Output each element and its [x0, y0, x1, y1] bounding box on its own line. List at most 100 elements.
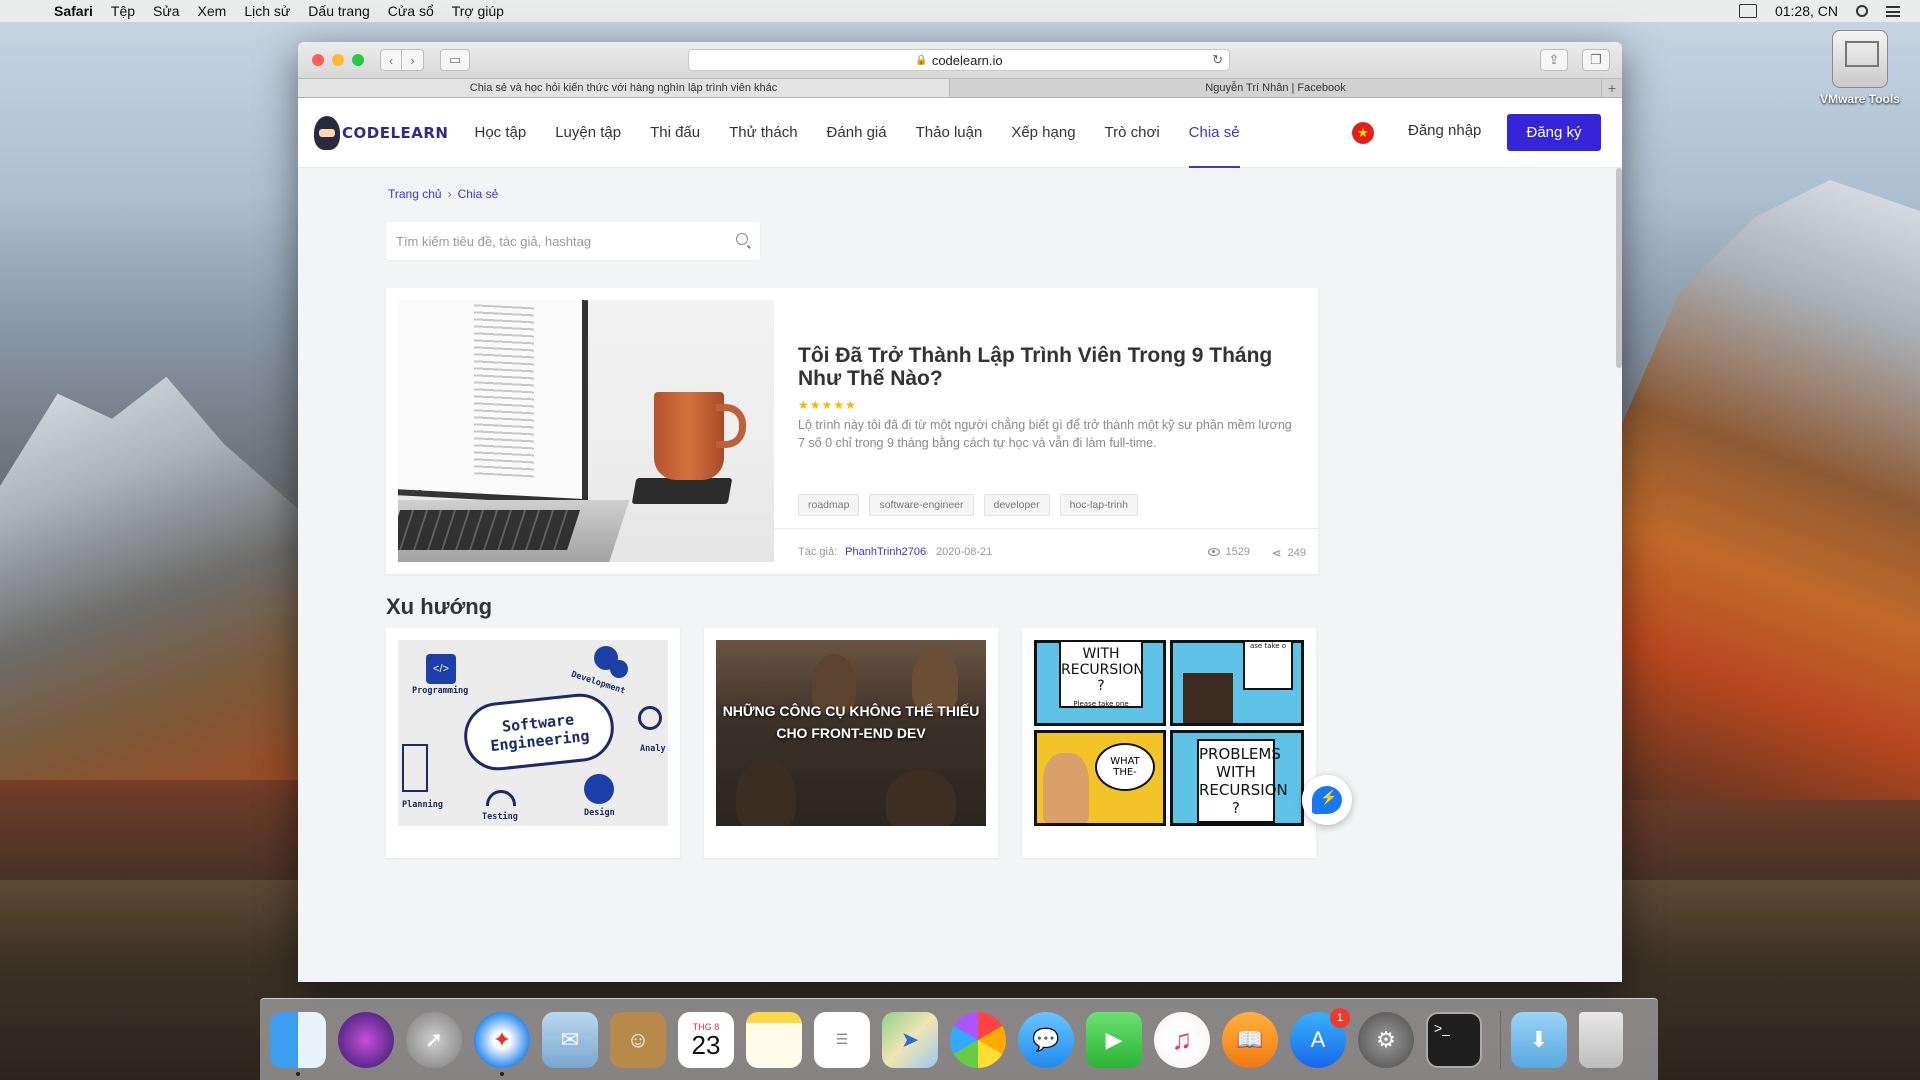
downloads-folder-icon[interactable]: ⬇	[1511, 1011, 1567, 1068]
macos-menubar: Safari Tệp Sửa Xem Lịch sử Dấu trang Cửa…	[0, 0, 1920, 22]
finder-icon[interactable]	[270, 1011, 326, 1076]
notification-center-icon[interactable]	[1886, 5, 1900, 17]
reminders-icon[interactable]: ☰	[814, 1011, 870, 1068]
menubar-app-name[interactable]: Safari	[54, 3, 93, 19]
tab-title: Nguyễn Trí Nhân | Facebook	[1205, 82, 1346, 94]
maps-icon[interactable]: ➤	[882, 1011, 938, 1068]
itunes-icon[interactable]: ♫	[1154, 1011, 1210, 1068]
share-icon[interactable]: ⋖	[1272, 546, 1282, 560]
new-tab-button[interactable]: +	[1602, 79, 1622, 97]
recursion-comic-image[interactable]: WITH RECURSION ? Please take one ase tak…	[1034, 640, 1304, 826]
photos-icon[interactable]	[950, 1011, 1006, 1068]
codelearn-logo[interactable]: CODELEARN	[314, 115, 448, 150]
vietnam-flag-icon[interactable]: ★	[1352, 122, 1374, 144]
nav-item-discussion[interactable]: Thảo luận	[916, 98, 983, 168]
frontend-tools-image[interactable]: NHỮNG CÔNG CỤ KHÔNG THỂ THIẾU CHO FRONT-…	[716, 640, 986, 826]
nav-item-games[interactable]: Trò chơi	[1105, 98, 1160, 168]
nav-item-evaluation[interactable]: Đánh giá	[827, 98, 887, 168]
breadcrumb-current[interactable]: Chia sẻ	[458, 187, 499, 201]
trending-card-recursion-comic[interactable]: WITH RECURSION ? Please take one ase tak…	[1022, 628, 1316, 858]
signup-button[interactable]: Đăng ký	[1507, 114, 1601, 151]
trending-card-frontend-tools[interactable]: NHỮNG CÔNG CỤ KHÔNG THỂ THIẾU CHO FRONT-…	[704, 628, 998, 858]
ibooks-icon[interactable]: 📖	[1222, 1011, 1278, 1068]
nav-item-ranking[interactable]: Xếp hạng	[1011, 98, 1075, 168]
nav-item-share[interactable]: Chia sẻ	[1188, 98, 1240, 168]
vmware-tools-icon	[1832, 30, 1888, 88]
menubar-clock[interactable]: 01:28, CN	[1775, 3, 1838, 19]
address-bar[interactable]: 🔒 codelearn.io ↻	[688, 49, 1230, 71]
site-header: CODELEARN Học tập Luyện tập Thi đấu Thử …	[298, 98, 1622, 168]
page-scrollbar[interactable]	[1616, 168, 1622, 368]
system-preferences-icon[interactable]: ⚙	[1358, 1011, 1414, 1068]
tag-roadmap[interactable]: roadmap	[798, 494, 860, 516]
speedometer-icon	[486, 790, 516, 806]
back-button[interactable]: ‹	[380, 49, 402, 71]
close-window-button[interactable]	[312, 54, 324, 66]
tab-facebook[interactable]: Nguyễn Trí Nhân | Facebook	[950, 79, 1602, 97]
fullscreen-window-button[interactable]	[352, 54, 364, 66]
notes-icon[interactable]	[746, 1011, 802, 1068]
tab-overview-button[interactable]: ❐	[1582, 49, 1610, 71]
vmware-tools-label: VMware Tools	[1820, 92, 1900, 106]
reload-icon[interactable]: ↻	[1212, 52, 1223, 68]
minimize-window-button[interactable]	[332, 54, 344, 66]
nav-item-contest[interactable]: Thi đấu	[650, 98, 700, 168]
eye-icon	[1207, 548, 1220, 556]
coffee-cup-graphic	[654, 392, 724, 480]
tag-developer[interactable]: developer	[983, 494, 1050, 516]
tag-software-engineer[interactable]: software-engineer	[869, 494, 974, 516]
software-engineering-image[interactable]: </> Programming Development Software Eng…	[398, 640, 668, 826]
trash-icon[interactable]	[1579, 1011, 1623, 1068]
forward-button[interactable]: ›	[402, 49, 424, 71]
share-button[interactable]: ⇪	[1540, 49, 1568, 71]
frontend-tools-overlay-text: NHỮNG CÔNG CỤ KHÔNG THỂ THIẾU CHO FRONT-…	[722, 703, 980, 741]
search-input[interactable]: Tìm kiếm tiêu đề, tác giả, hashtag	[386, 222, 760, 260]
menubar-item-file[interactable]: Tệp	[111, 3, 135, 19]
display-mirroring-icon[interactable]	[1738, 4, 1757, 18]
featured-article-card[interactable]: Book Pro Tôi Đã Trở Thành Lập Trình Viên…	[386, 288, 1318, 574]
menubar-item-window[interactable]: Cửa sổ	[388, 3, 434, 19]
featured-article-title[interactable]: Tôi Đã Trở Thành Lập Trình Viên Trong 9 …	[798, 344, 1298, 390]
featured-article-body: Tôi Đã Trở Thành Lập Trình Viên Trong 9 …	[798, 288, 1318, 528]
menubar-item-edit[interactable]: Sửa	[153, 3, 180, 19]
facetime-icon[interactable]: ▶	[1086, 1011, 1142, 1068]
desktop-wallpaper-mountain-right	[1620, 180, 1920, 800]
app-store-badge: 1	[1330, 1007, 1350, 1028]
safari-icon[interactable]: ✦	[474, 1011, 530, 1076]
sidebar-toggle-icon[interactable]: ▭	[440, 49, 470, 71]
terminal-icon[interactable]: >_	[1426, 1011, 1482, 1068]
calendar-icon[interactable]: THG 8 23	[678, 1011, 734, 1068]
messenger-chat-button[interactable]	[1302, 775, 1352, 825]
vmware-tools-desktop-item[interactable]: VMware Tools	[1805, 30, 1915, 106]
view-count: 1529	[1207, 546, 1250, 558]
breadcrumb-home[interactable]: Trang chủ	[388, 187, 442, 201]
featured-article-image[interactable]: Book Pro	[398, 300, 774, 562]
spotlight-search-icon[interactable]	[1856, 5, 1868, 17]
siri-icon[interactable]	[338, 1011, 394, 1068]
tab-codelearn[interactable]: Chia sẻ và học hỏi kiến thức với hàng ng…	[298, 79, 950, 97]
menubar-item-bookmarks[interactable]: Dấu trang	[308, 3, 369, 19]
contacts-icon[interactable]: ☺	[610, 1011, 666, 1068]
messages-icon[interactable]: 💬	[1018, 1011, 1074, 1068]
comic-panel-1: WITH RECURSION ? Please take one	[1034, 640, 1166, 726]
search-placeholder: Tìm kiếm tiêu đề, tác giả, hashtag	[396, 233, 592, 249]
author-link[interactable]: PhanhTrinh2706	[845, 546, 926, 558]
menubar-item-view[interactable]: Xem	[198, 3, 227, 19]
nav-item-practice[interactable]: Luyện tập	[555, 98, 621, 168]
comic-sign-text: WITH RECURSION ?	[1061, 646, 1144, 694]
nav-item-learn[interactable]: Học tập	[474, 98, 526, 168]
tag-hoc-lap-trinh[interactable]: hoc-lap-trinh	[1059, 494, 1138, 516]
menubar-item-history[interactable]: Lịch sử	[244, 3, 290, 19]
magnifier-icon	[638, 706, 662, 730]
comic-character-graphic	[1183, 673, 1233, 723]
comic-sign-problems: PROBLEMS WITH RECURSION ?	[1197, 739, 1288, 823]
launchpad-icon[interactable]: ➚	[406, 1011, 462, 1068]
nav-item-challenge[interactable]: Thử thách	[729, 98, 797, 168]
login-link[interactable]: Đăng nhập	[1408, 122, 1481, 139]
trending-card-software-engineering[interactable]: </> Programming Development Software Eng…	[386, 628, 680, 858]
search-icon[interactable]	[736, 233, 748, 245]
mail-icon[interactable]: ✉	[542, 1011, 598, 1068]
menubar-item-help[interactable]: Trợ giúp	[452, 3, 504, 19]
comic-panel-3: WHAT THE-	[1034, 730, 1166, 826]
app-store-icon[interactable]: A1	[1290, 1007, 1350, 1068]
